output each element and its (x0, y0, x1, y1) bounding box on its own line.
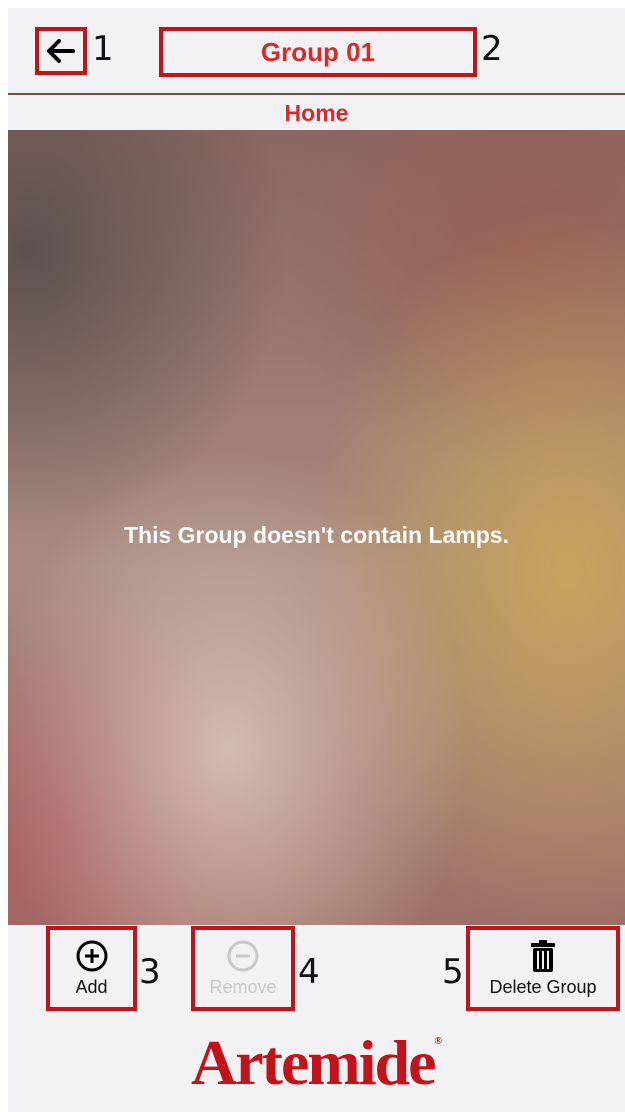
trash-icon (531, 940, 555, 972)
lamps-area: This Group doesn't contain Lamps. (8, 130, 625, 925)
back-button[interactable] (35, 27, 87, 75)
logo-text: Artemide (191, 1027, 436, 1098)
delete-group-label: Delete Group (489, 977, 597, 997)
header-bar: 1 Group 01 2 (8, 8, 625, 94)
callout-1: 1 (92, 29, 114, 69)
minus-circle-icon (227, 940, 259, 972)
registered-mark: ® (434, 1036, 442, 1047)
group-title[interactable]: Group 01 (159, 27, 477, 77)
add-label: Add (75, 977, 108, 997)
callout-4: 4 (298, 952, 320, 992)
callout-3: 3 (139, 952, 161, 992)
brand-logo: Artemide® (8, 1031, 625, 1095)
remove-button[interactable]: Remove (191, 926, 295, 1011)
callout-2: 2 (481, 29, 503, 69)
add-button[interactable]: Add (46, 926, 137, 1011)
remove-label: Remove (209, 977, 277, 997)
delete-group-button[interactable]: Delete Group (466, 926, 620, 1011)
empty-message: This Group doesn't contain Lamps. (124, 522, 509, 548)
location-label: Home (284, 100, 349, 126)
arrow-left-icon (47, 39, 75, 63)
footer: Artemide® (8, 1015, 625, 1112)
callout-5: 5 (442, 952, 464, 992)
header-divider (8, 93, 625, 95)
app-screen: 1 Group 01 2 Home This Group doesn't con… (8, 8, 625, 1112)
plus-circle-icon (76, 940, 107, 972)
bottom-toolbar: Add 3 Remove 4 5 Delete Group (8, 925, 625, 1015)
